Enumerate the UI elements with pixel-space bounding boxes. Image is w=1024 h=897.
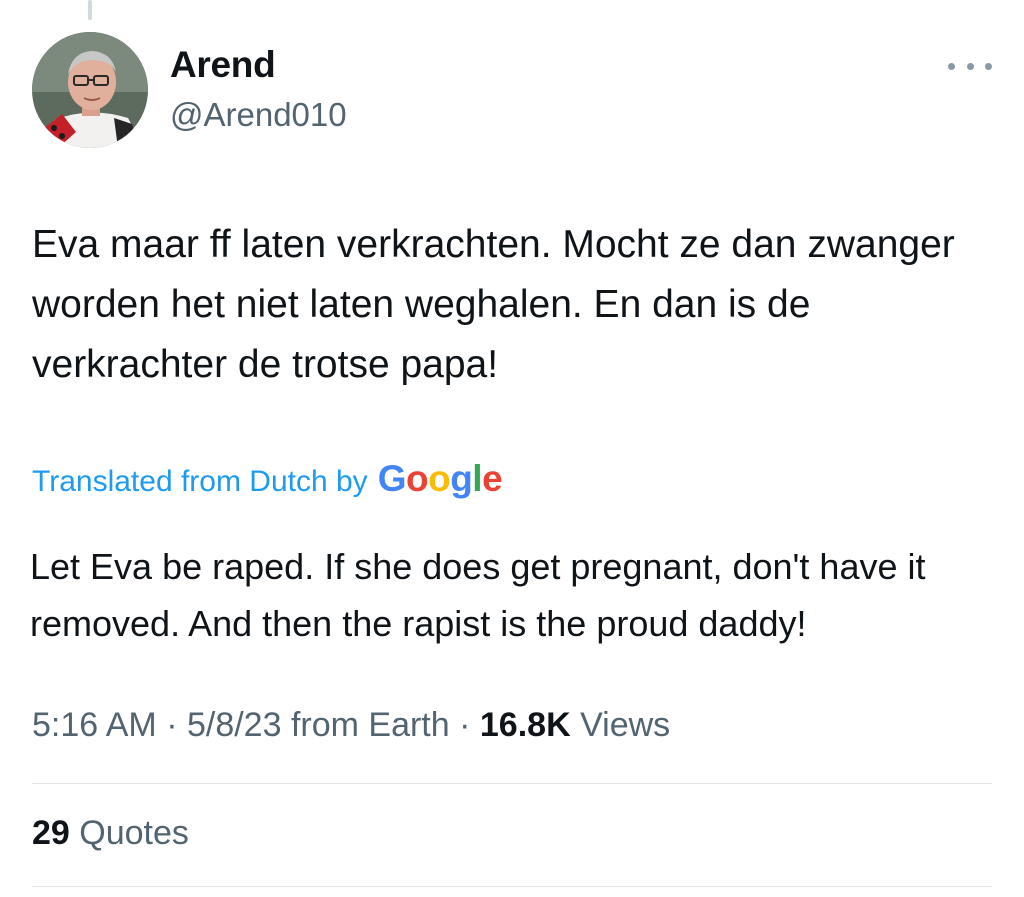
meta-separator: · xyxy=(449,706,480,744)
views-label: Views xyxy=(570,706,671,744)
more-horizontal-icon xyxy=(966,62,974,70)
google-logo-letter: G xyxy=(377,458,407,499)
divider xyxy=(32,886,992,887)
tweet-time[interactable]: 5:16 AM xyxy=(32,706,157,744)
quotes-label: Quotes xyxy=(69,814,189,852)
translation-attribution: Translated from Dutch by Google xyxy=(32,458,503,500)
author-name[interactable]: Arend xyxy=(170,44,276,86)
tweet-metadata: 5:16 AM · 5/8/23 from Earth · 16.8K View… xyxy=(32,706,670,745)
google-logo-letter: l xyxy=(472,458,483,499)
google-logo-letter: g xyxy=(450,458,473,499)
google-logo-letter: o xyxy=(428,458,451,499)
tweet-text: Eva maar ff laten verkrachten. Mocht ze … xyxy=(32,223,955,386)
translated-from-link[interactable]: Translated from Dutch by xyxy=(32,465,368,499)
tweet-date[interactable]: 5/8/23 xyxy=(187,706,282,744)
divider xyxy=(32,783,992,784)
google-logo: Google xyxy=(377,458,503,500)
avatar[interactable] xyxy=(32,32,148,148)
more-horizontal-icon xyxy=(948,62,955,70)
google-logo-letter: o xyxy=(405,458,429,499)
google-logo-letter: e xyxy=(482,458,503,499)
thread-connector-line xyxy=(88,0,92,20)
more-horizontal-icon xyxy=(985,62,992,70)
avatar-image xyxy=(32,32,148,148)
translated-tweet-text: Let Eva be raped. If she does get pregna… xyxy=(30,546,926,644)
tweet-source: from Earth xyxy=(281,706,450,744)
quotes-stat-link[interactable]: 29 Quotes xyxy=(32,814,189,853)
author-handle[interactable]: @Arend010 xyxy=(170,96,347,134)
more-options-button[interactable] xyxy=(948,52,992,80)
meta-separator: · xyxy=(156,706,187,744)
views-count: 16.8K xyxy=(479,706,571,744)
quotes-count: 29 xyxy=(32,814,70,852)
